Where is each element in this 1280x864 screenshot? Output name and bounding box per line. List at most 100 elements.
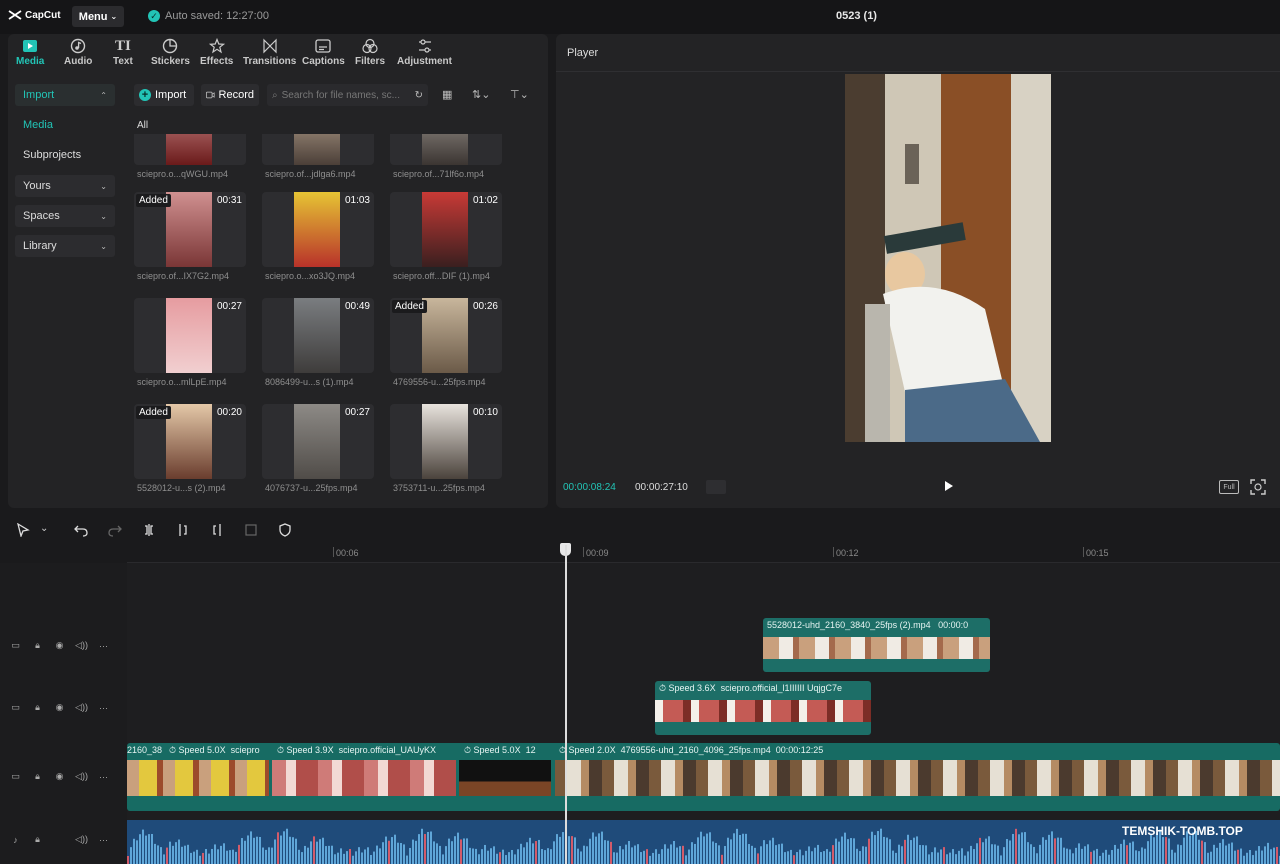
media-thumbnail[interactable]: 00:49 <box>262 298 374 373</box>
sidebar-item-import[interactable]: Import ⌃ <box>15 84 115 106</box>
track-headers: ▭ 🔒︎ ◉ ◁)) ··· ▭ 🔒︎ ◉ ◁)) ··· ▭ 🔒︎ ◉ ◁)) ··· ♪ 🔒︎ ◁)) ·… <box>0 563 127 864</box>
main-video-track[interactable]: 2160_38 ⏱ Speed 5.0X sciepro ⏱ Speed 3.9… <box>127 743 1280 811</box>
split-left-icon[interactable] <box>176 523 190 537</box>
media-thumbnail[interactable] <box>134 134 246 165</box>
file-name: sciepro.o...mlLpE.mp4 <box>137 377 227 387</box>
shield-icon[interactable] <box>278 523 292 537</box>
duration-label: 00:20 <box>216 407 242 418</box>
menu-button[interactable]: Menu ⌄ <box>72 6 124 27</box>
tab-stickers[interactable]: Stickers <box>151 38 190 67</box>
media-thumbnail[interactable]: Added 00:31 <box>134 192 246 267</box>
lock-icon[interactable]: 🔒︎ <box>32 702 43 713</box>
media-thumbnail[interactable] <box>262 134 374 165</box>
media-thumbnail[interactable]: 00:27 <box>262 404 374 479</box>
clip-frames <box>459 760 551 796</box>
sidebar-item-spaces[interactable]: Spaces ⌄ <box>15 205 115 227</box>
speaker-icon[interactable]: ◁)) <box>75 771 88 782</box>
tab-text[interactable]: TI Text <box>113 38 133 68</box>
track-header-audio: ♪ 🔒︎ ◁)) ··· <box>10 834 109 845</box>
ruler-tick: 00:06 <box>333 547 359 558</box>
video-clip-5528012[interactable]: 5528012-uhd_2160_3840_25fps (2).mp4 00:0… <box>763 618 990 672</box>
record-label: Record <box>218 89 254 101</box>
media-item[interactable]: Added 00:20 5528012-u...s (2).mp4 <box>134 404 246 493</box>
tab-media[interactable]: Media <box>16 38 44 67</box>
check-circle-icon: ✓ <box>148 10 160 22</box>
chevron-down-icon: ⌄ <box>100 211 107 221</box>
media-item[interactable]: 00:27 sciepro.o...mlLpE.mp4 <box>134 298 246 387</box>
more-icon[interactable]: ··· <box>98 702 109 713</box>
play-icon[interactable] <box>944 480 954 492</box>
tab-filters[interactable]: Filters <box>355 38 385 67</box>
media-thumbnail[interactable]: 00:27 <box>134 298 246 373</box>
grid-view-icon[interactable]: ▦ <box>442 88 452 101</box>
chevron-down-icon[interactable]: ⌄ <box>40 523 54 537</box>
media-item[interactable]: 01:02 sciepro.off...DIF (1).mp4 <box>390 192 502 281</box>
record-button[interactable]: Record <box>201 84 259 106</box>
adjustment-icon <box>417 38 433 54</box>
sort-icon[interactable]: ⇅⌄ <box>472 88 490 101</box>
clip-frames <box>127 760 269 796</box>
more-icon[interactable]: ··· <box>98 640 109 651</box>
tab-captions-label: Captions <box>302 56 345 67</box>
file-name: 4076737-u...25fps.mp4 <box>265 483 358 493</box>
media-item[interactable]: Added 00:31 sciepro.of...IX7G2.mp4 <box>134 192 246 281</box>
eye-icon[interactable]: ◉ <box>54 771 65 782</box>
media-thumbnail[interactable] <box>390 134 502 165</box>
more-icon[interactable]: ··· <box>98 771 109 782</box>
audio-track-waveform[interactable] <box>127 820 1280 864</box>
import-button[interactable]: + Import <box>134 84 194 106</box>
tab-effects[interactable]: Effects <box>200 38 233 67</box>
tab-transitions[interactable]: Transitions <box>243 38 296 67</box>
lock-icon[interactable]: 🔒︎ <box>32 771 43 782</box>
video-clip-sciepro-speed-3-6x[interactable]: ⏱ Speed 3.6X sciepro.official_l1IIIIII U… <box>655 681 871 735</box>
media-thumbnail[interactable]: 01:03 <box>262 192 374 267</box>
sidebar-item-media[interactable]: Media <box>15 114 115 136</box>
speaker-icon[interactable]: ◁)) <box>75 702 88 713</box>
cover-icon[interactable]: ▭ <box>10 640 21 651</box>
eye-icon[interactable]: ◉ <box>54 702 65 713</box>
undo-icon[interactable] <box>74 523 88 537</box>
media-thumbnail[interactable]: 00:10 <box>390 404 502 479</box>
tab-filters-label: Filters <box>355 56 386 67</box>
lock-icon[interactable]: 🔒︎ <box>32 834 43 845</box>
select-tool-icon[interactable] <box>16 523 30 537</box>
sidebar-item-library[interactable]: Library ⌄ <box>15 235 115 257</box>
cover-icon[interactable]: ▭ <box>10 771 21 782</box>
media-item[interactable]: sciepro.of...71lf6o.mp4 <box>390 134 502 179</box>
media-item[interactable]: Added 00:26 4769556-u...25fps.mp4 <box>390 298 502 387</box>
file-name: 5528012-u...s (2).mp4 <box>137 483 226 493</box>
timeline-tracks: 5528012-uhd_2160_3840_25fps (2).mp4 00:0… <box>127 563 1280 864</box>
media-item[interactable]: 00:49 8086499-u...s (1).mp4 <box>262 298 374 387</box>
timecode-toggle[interactable] <box>706 480 726 494</box>
player-video-frame[interactable] <box>845 74 1051 442</box>
lock-icon[interactable]: 🔒︎ <box>32 640 43 651</box>
split-icon[interactable] <box>142 523 156 537</box>
tab-captions[interactable]: Captions <box>302 38 345 67</box>
cover-icon[interactable]: ▭ <box>10 702 21 713</box>
timeline-ruler[interactable]: 00:06 00:09 00:12 00:15 <box>127 543 1280 563</box>
speaker-icon[interactable]: ◁)) <box>75 834 88 845</box>
fullscreen-icon[interactable] <box>1250 479 1266 495</box>
speaker-icon[interactable]: ◁)) <box>75 640 88 651</box>
eye-icon[interactable]: ◉ <box>54 640 65 651</box>
media-thumbnail[interactable]: Added 00:20 <box>134 404 246 479</box>
more-icon[interactable]: ··· <box>98 834 109 845</box>
filter-icon[interactable]: ⊤⌄ <box>510 88 529 101</box>
media-item[interactable]: sciepro.o...qWGU.mp4 <box>134 134 246 179</box>
media-item[interactable]: 00:10 3753711-u...25fps.mp4 <box>390 404 502 493</box>
sidebar-item-yours[interactable]: Yours ⌄ <box>15 175 115 197</box>
tab-audio[interactable]: Audio <box>64 38 92 67</box>
media-item[interactable]: 00:27 4076737-u...25fps.mp4 <box>262 404 374 493</box>
split-right-icon[interactable] <box>210 523 224 537</box>
player-panel: Player 00:00:08:24 00:00:27:10 Full <box>556 34 1280 508</box>
media-item[interactable]: sciepro.of...jdlga6.mp4 <box>262 134 374 179</box>
media-search-input[interactable]: ⌕ Search for file names, sc... ↻ <box>267 84 428 106</box>
media-item[interactable]: 01:03 sciepro.o...xo3JQ.mp4 <box>262 192 374 281</box>
playhead[interactable] <box>565 545 567 864</box>
full-quality-button[interactable]: Full <box>1219 480 1239 494</box>
tab-audio-label: Audio <box>64 56 93 67</box>
sidebar-item-subprojects[interactable]: Subprojects <box>15 144 115 166</box>
media-thumbnail[interactable]: Added 00:26 <box>390 298 502 373</box>
media-thumbnail[interactable]: 01:02 <box>390 192 502 267</box>
tab-adjustment[interactable]: Adjustment <box>397 38 452 67</box>
